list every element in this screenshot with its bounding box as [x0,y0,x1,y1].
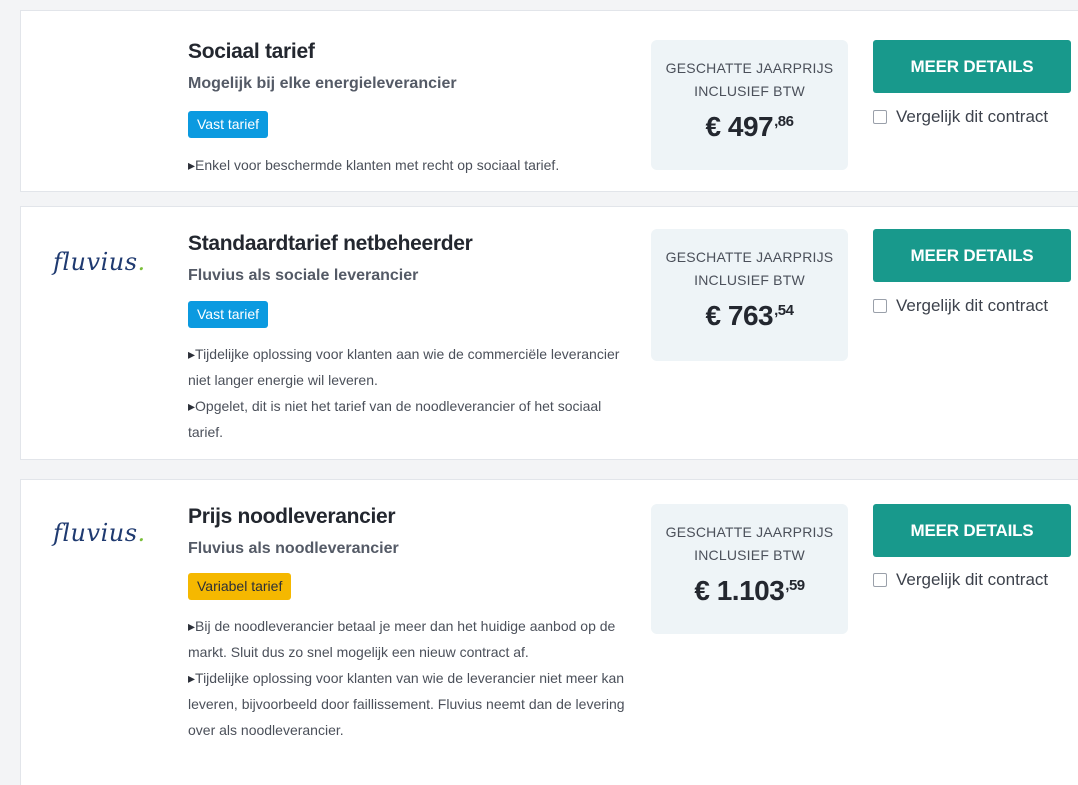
fluvius-logo: fluvius. [53,519,146,547]
contract-note: Enkel voor beschermde klanten met recht … [188,152,628,178]
fluvius-logo: fluvius. [53,248,146,276]
compare-contract-checkbox[interactable]: Vergelijk dit contract [873,296,1048,316]
contract-card-noodleverancier: fluvius. Prijs noodleverancier Fluvius a… [20,479,1078,785]
tariff-type-badge: Vast tarief [188,301,268,328]
contract-note: Bij de noodleverancier betaal je meer da… [188,613,628,665]
estimated-yearly-price: € 763,54 [705,300,794,331]
more-details-button[interactable]: MEER DETAILS [873,40,1071,93]
more-details-button[interactable]: MEER DETAILS [873,504,1071,557]
price-label: GESCHATTE JAARPRIJS INCLUSIEF BTW [665,249,834,288]
compare-label: Vergelijk dit contract [896,296,1049,315]
contract-note: Tijdelijke oplossing voor klanten van wi… [188,665,628,743]
checkbox-icon[interactable] [873,573,887,587]
compare-label: Vergelijk dit contract [896,570,1049,589]
contract-notes: Bij de noodleverancier betaal je meer da… [188,613,628,743]
contract-subtitle: Mogelijk bij elke energieleverancier [188,75,457,92]
contract-card-standaardtarief: fluvius. Standaardtarief netbeheerder Fl… [20,206,1078,460]
compare-contract-checkbox[interactable]: Vergelijk dit contract [873,570,1048,590]
checkbox-icon[interactable] [873,299,887,313]
price-label: GESCHATTE JAARPRIJS INCLUSIEF BTW [665,524,834,563]
price-box: GESCHATTE JAARPRIJS INCLUSIEF BTW € 1.10… [651,504,848,634]
contract-notes: Enkel voor beschermde klanten met recht … [188,152,628,178]
checkbox-icon[interactable] [873,110,887,124]
contract-card-sociaal-tarief: Sociaal tarief Mogelijk bij elke energie… [20,10,1078,192]
tariff-type-badge: Vast tarief [188,111,268,138]
estimated-yearly-price: € 497,86 [705,111,794,142]
estimated-yearly-price: € 1.103,59 [694,575,805,606]
compare-label: Vergelijk dit contract [896,107,1049,126]
contract-note: Tijdelijke oplossing voor klanten aan wi… [188,341,628,393]
contract-title: Prijs noodleverancier [188,505,396,528]
contract-subtitle: Fluvius als noodleverancier [188,540,399,557]
compare-contract-checkbox[interactable]: Vergelijk dit contract [873,107,1048,127]
contract-note: Opgelet, dit is niet het tarief van de n… [188,393,628,445]
price-box: GESCHATTE JAARPRIJS INCLUSIEF BTW € 497,… [651,40,848,170]
price-label: GESCHATTE JAARPRIJS INCLUSIEF BTW [665,60,834,99]
contract-title: Sociaal tarief [188,40,315,63]
contract-title: Standaardtarief netbeheerder [188,232,473,255]
price-box: GESCHATTE JAARPRIJS INCLUSIEF BTW € 763,… [651,229,848,361]
more-details-button[interactable]: MEER DETAILS [873,229,1071,282]
contract-notes: Tijdelijke oplossing voor klanten aan wi… [188,341,628,445]
tariff-type-badge: Variabel tarief [188,573,292,600]
contract-subtitle: Fluvius als sociale leverancier [188,267,419,284]
